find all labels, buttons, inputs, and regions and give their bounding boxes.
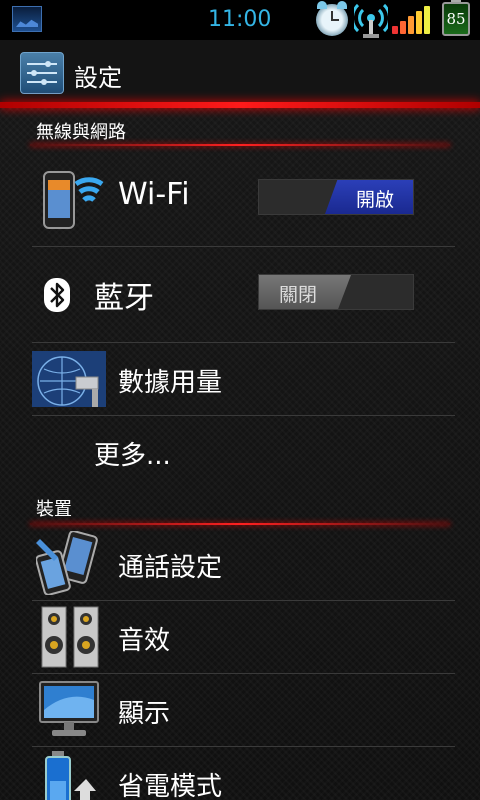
status-time: 11:00	[208, 7, 272, 32]
data-usage-label: 數據用量	[118, 368, 223, 398]
call-settings-icon	[36, 531, 98, 595]
page-title: 設定	[74, 64, 122, 92]
wifi-label: Wi-Fi	[118, 177, 190, 212]
settings-sliders-icon[interactable]	[20, 52, 64, 94]
bluetooth-toggle[interactable]: 關閉	[258, 274, 414, 310]
section-divider	[30, 523, 450, 525]
settings-item-bluetooth[interactable]: 藍牙 關閉	[0, 247, 480, 342]
settings-item-display[interactable]: 顯示	[0, 674, 480, 746]
status-bar: 11:00 85	[0, 0, 480, 40]
battery-icon: 85	[442, 2, 470, 36]
section-label: 無線與網路	[36, 122, 126, 143]
settings-item-call-settings[interactable]: 通話設定	[0, 527, 480, 600]
wifi-phone-icon	[43, 171, 104, 229]
section-divider	[30, 144, 450, 146]
data-usage-icon	[32, 351, 106, 407]
settings-item-wifi[interactable]: Wi-Fi 開啟	[0, 148, 480, 246]
signal-strength-icon	[392, 6, 432, 34]
alarm-clock-icon	[316, 1, 348, 36]
speakers-icon	[41, 606, 99, 668]
section-header-wireless: 無線與網路	[0, 114, 480, 146]
bluetooth-icon	[44, 278, 70, 312]
toggle-thumb-off: 關閉	[259, 275, 351, 309]
sound-label: 音效	[118, 626, 171, 656]
settings-item-sound[interactable]: 音效	[0, 601, 480, 673]
more-label: 更多...	[94, 441, 171, 471]
toggle-thumb-on: 開啟	[325, 180, 413, 214]
gallery-thumbnail-icon	[12, 6, 42, 32]
bluetooth-label: 藍牙	[94, 281, 154, 316]
settings-item-power-saving[interactable]: 省電模式	[0, 747, 480, 800]
call-settings-label: 通話設定	[118, 553, 223, 583]
bluetooth-toggle-label: 關閉	[278, 284, 317, 306]
wifi-toggle-label: 開啟	[355, 189, 394, 211]
wireless-antenna-icon	[354, 3, 388, 38]
wifi-toggle[interactable]: 開啟	[258, 179, 414, 215]
monitor-icon	[39, 681, 99, 736]
power-saving-label: 省電模式	[118, 772, 223, 800]
settings-item-data-usage[interactable]: 數據用量	[0, 343, 480, 415]
section-header-device: 裝置	[0, 493, 480, 525]
section-label: 裝置	[36, 499, 72, 520]
display-label: 顯示	[118, 699, 171, 729]
header-accent-bar	[0, 102, 480, 108]
action-bar	[0, 40, 480, 102]
power-saving-icon	[45, 751, 96, 800]
battery-level: 85	[446, 10, 466, 28]
settings-item-more[interactable]: 更多...	[0, 416, 480, 488]
